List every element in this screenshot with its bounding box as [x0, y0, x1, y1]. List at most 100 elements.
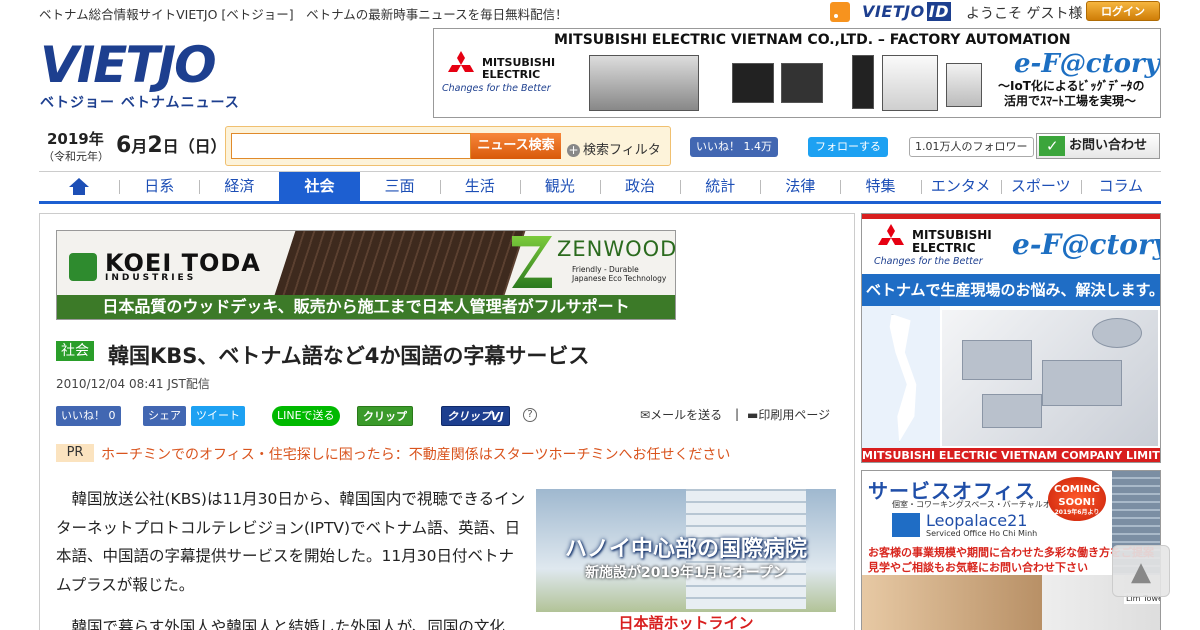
nav-item-sports[interactable]: スポーツ	[1000, 172, 1081, 201]
print-page-label: 印刷用ページ	[758, 408, 831, 422]
date-year: 2019年	[47, 130, 104, 148]
nav-item-kanko[interactable]: 観光	[519, 172, 600, 201]
mitsubishi-logo-icon	[448, 51, 474, 72]
plus-icon: +	[567, 143, 580, 157]
site-logo[interactable]: VIETJO	[40, 40, 217, 90]
article-clip-button[interactable]: クリップ	[357, 406, 413, 426]
zenwood-sub-1: Friendly - Durable	[572, 265, 639, 274]
search-bar: ニュース検索 + 検索フィルタ	[225, 126, 671, 166]
side-banner-top-stripe	[862, 214, 1160, 219]
nav-item-shakai[interactable]: 社会	[279, 172, 360, 201]
pr-badge: PR	[56, 444, 94, 462]
vietjo-id-logo[interactable]: VIETJO ID	[862, 2, 951, 21]
print-page-link[interactable]: ▬印刷用ページ	[747, 406, 830, 423]
hmi2-product-image	[781, 63, 823, 103]
nav-item-seiji[interactable]: 政治	[599, 172, 680, 201]
date-era: （令和元年）	[43, 150, 109, 163]
rss-icon[interactable]	[830, 2, 850, 22]
robot-product-image	[882, 55, 938, 111]
nav-item-tokushu[interactable]: 特集	[840, 172, 920, 201]
article-title: 韓国KBS、ベトナム語など4か国語の字幕サービス	[108, 344, 590, 368]
article-tweet-button[interactable]: ツイート	[191, 406, 245, 426]
vietnam-map-icon	[889, 314, 917, 442]
nav-item-column[interactable]: コラム	[1080, 172, 1161, 201]
efactory-desc-2: 活用でｽﾏｰﾄ工場を実現～	[1004, 94, 1137, 108]
article-paragraph: 韓国放送公社(KBS)は11月30日から、韓国国内で視聴できるインターネットプロ…	[56, 490, 526, 594]
contact-button[interactable]: お問い合わせ	[1036, 133, 1160, 159]
koei-toda-strip: 日本品質のウッドデッキ、販売から施工まで日本人管理者がフルサポート	[57, 295, 675, 319]
date-month-unit: 月	[131, 137, 148, 156]
koei-toda-logo-icon	[69, 253, 97, 281]
site-tagline: ベトナム総合情報サイトVIETJO [ベトジョー] ベトナムの最新時事ニュースを…	[39, 7, 568, 22]
side-banner-message: ベトナムで生産現場のお悩み、解決します。	[862, 274, 1160, 306]
date-day-num: 2	[147, 133, 163, 158]
article-fb-share-button[interactable]: シェア	[143, 406, 186, 426]
twitter-follower-count: 1.01万人のフォロワー	[909, 137, 1034, 157]
servo-product-image	[852, 55, 874, 109]
article-body: 韓国放送公社(KBS)は11月30日から、韓国国内で視聴できるインターネットプロ…	[56, 485, 528, 630]
login-button[interactable]: ログイン	[1086, 1, 1160, 21]
plc-product-image	[589, 55, 699, 111]
nav-item-sanmen[interactable]: 三面	[360, 172, 440, 201]
side-banner-brand-line1: MITSUBISHI	[912, 228, 992, 242]
send-mail-link[interactable]: ✉メールを送る	[640, 406, 722, 423]
koei-toda-banner-ad[interactable]: KOEI TODA INDUSTRIES ZENWOOD Friendly - …	[56, 230, 676, 320]
welcome-text: ようこそ ゲスト様	[966, 6, 1083, 22]
mail-icon	[1039, 134, 1065, 158]
search-button[interactable]: ニュース検索	[471, 133, 561, 159]
date-day-unit: 日	[162, 137, 179, 156]
hospital-banner-ad[interactable]: ハノイ中心部の国際病院 新施設が2019年1月にオープン 日本語ホットライン	[536, 489, 836, 630]
envelope-icon: ✉	[640, 408, 651, 422]
factory-block	[1042, 360, 1122, 406]
hospital-banner-strip: 日本語ホットライン	[536, 612, 836, 630]
pr-link[interactable]: ホーチミンでのオフィス・住宅探しに困ったら：不動産関係はスターツホーチミンへお任…	[101, 444, 730, 464]
hospital-banner-subtitle: 新施設が2019年1月にオープン	[585, 565, 787, 581]
article-clip-vj-button[interactable]: クリップVJ	[441, 406, 510, 426]
leopalace-sub: Serviced Office Ho Chi Minh	[926, 529, 1038, 538]
hmi-product-image	[732, 63, 774, 103]
side-banner-brand-tagline: Changes for the Better	[874, 256, 983, 267]
date-month-num: 6	[116, 133, 132, 158]
top-banner-ad[interactable]: MITSUBISHI ELECTRIC VIETNAM CO.,LTD. – F…	[433, 28, 1161, 118]
side-banner-footer: MITSUBISHI ELECTRIC VIETNAM COMPANY LIMI…	[862, 448, 1161, 462]
factory-block	[962, 340, 1032, 380]
nav-item-keizai[interactable]: 経済	[199, 172, 279, 201]
factory-block	[982, 394, 1042, 428]
wood-deck-image	[274, 231, 526, 295]
twitter-follow-button[interactable]: フォローする	[808, 137, 888, 157]
leopalace-logo-icon	[892, 513, 920, 537]
top-banner-brand-line2: ELECTRIC	[482, 68, 541, 81]
efactory-logo: e-F@ctory	[1014, 49, 1160, 79]
nav-item-seikatsu[interactable]: 生活	[439, 172, 520, 201]
scroll-to-top-button[interactable]: ▲	[1112, 545, 1170, 597]
help-icon[interactable]: ?	[523, 408, 537, 422]
zenwood-name: ZENWOOD	[557, 237, 676, 261]
article-line-button[interactable]: LINEで送る	[272, 406, 340, 426]
nav-item-nikkei[interactable]: 日系	[119, 172, 199, 201]
search-input[interactable]	[231, 133, 471, 159]
zenwood-sub-2: Japanese Eco Technology	[572, 274, 667, 283]
efactory-desc-1: ～IoT化によるﾋﾞｯｸﾞﾃﾞｰﾀの	[998, 79, 1145, 93]
date-day: 6月2日（日）	[116, 133, 227, 158]
vietnam-map-area	[862, 306, 940, 448]
nav-item-tokei[interactable]: 統計	[680, 172, 760, 201]
top-banner-brand-line1: MITSUBISHI	[482, 56, 556, 69]
coming-soon-date: 2019年6月より	[1054, 509, 1100, 516]
nav-item-horitsu[interactable]: 法律	[760, 172, 840, 201]
facebook-like-button[interactable]: いいね！ 1.4万	[690, 137, 778, 157]
search-filter-link[interactable]: + 検索フィルタ	[567, 139, 661, 158]
article-published-date: 2010/12/04 08:41 JST配信	[56, 377, 210, 391]
top-banner-title: MITSUBISHI ELECTRIC VIETNAM CO.,LTD. – F…	[554, 32, 1071, 48]
category-badge[interactable]: 社会	[56, 341, 94, 361]
factory-illustration	[942, 310, 1158, 446]
home-icon	[69, 177, 90, 196]
nav-home[interactable]	[39, 172, 119, 201]
date-weekday: （日）	[178, 137, 227, 156]
nav-item-entame[interactable]: エンタメ	[920, 172, 1001, 201]
article-fb-like-button[interactable]: いいね！ 0	[56, 406, 121, 426]
vietjo-id-suffix: ID	[926, 2, 951, 21]
side-banner-mitsubishi[interactable]: MITSUBISHI ELECTRIC Changes for the Bett…	[861, 213, 1161, 463]
main-nav: 日系 経済 社会 三面 生活 観光 政治 統計 法律 特集 エンタメ スポーツ …	[39, 171, 1161, 204]
contact-label: お問い合わせ	[1069, 138, 1148, 153]
zenwood-logo-icon	[512, 236, 552, 288]
